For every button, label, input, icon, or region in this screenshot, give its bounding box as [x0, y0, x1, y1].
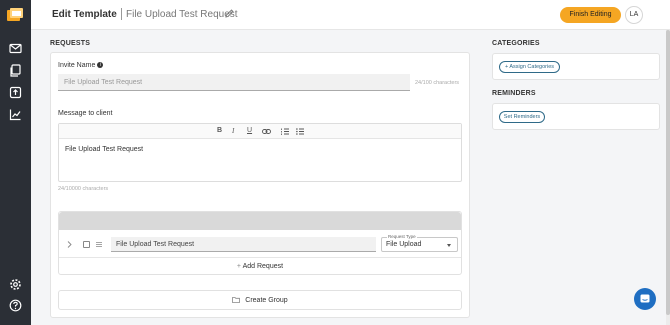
upload-icon[interactable]	[9, 86, 22, 99]
scrollbar[interactable]	[666, 30, 670, 325]
message-text: File Upload Test Request	[65, 146, 144, 153]
request-name-input[interactable]: File Upload Test Request	[111, 237, 376, 252]
help-icon[interactable]	[9, 299, 22, 312]
categories-card: + Assign Categories	[492, 53, 660, 80]
add-request-label: Add Request	[242, 263, 284, 270]
reports-icon[interactable]	[9, 108, 22, 121]
documents-icon[interactable]	[9, 64, 22, 77]
bullet-list-icon[interactable]	[296, 128, 304, 135]
template-name: File Upload Test Request	[126, 9, 238, 20]
message-editor[interactable]: B I U File Upload Test Request	[58, 123, 462, 182]
page-title: Edit Template	[52, 9, 117, 20]
settings-icon[interactable]	[9, 278, 22, 291]
drag-handle-icon[interactable]	[96, 242, 102, 247]
invite-name-counter: 24/100 characters	[415, 80, 460, 86]
request-group-header[interactable]	[59, 212, 461, 230]
reminders-section-title: REMINDERS	[492, 90, 536, 97]
caret-down-icon	[447, 244, 451, 247]
requests-card	[50, 52, 470, 318]
editor-toolbar: B I U	[59, 124, 461, 139]
underline-icon[interactable]: U	[247, 127, 252, 134]
bold-icon[interactable]: B	[217, 127, 222, 134]
request-group: File Upload Test Request Request Type Fi…	[58, 211, 462, 275]
message-counter: 24/10000 characters	[58, 186, 109, 192]
sidebar	[0, 0, 31, 325]
avatar[interactable]: LA	[625, 6, 643, 24]
message-label: Message to client	[58, 110, 113, 117]
invite-name-label-text: Invite Name	[58, 62, 96, 69]
finish-editing-button[interactable]: Finish Editing	[560, 7, 621, 23]
create-group-label: Create Group	[245, 297, 288, 304]
assign-categories-button[interactable]: + Assign Categories	[499, 61, 560, 73]
ordered-list-icon[interactable]	[281, 128, 289, 135]
invite-name-input[interactable]: File Upload Test Request	[58, 74, 410, 91]
requests-section-title: REQUESTS	[50, 40, 91, 47]
set-reminders-button[interactable]: Set Reminders	[499, 111, 545, 123]
chevron-right-icon[interactable]	[67, 241, 72, 248]
title-divider	[121, 8, 122, 20]
scroll-thumb[interactable]	[666, 30, 670, 315]
chat-button[interactable]	[634, 288, 656, 310]
plus-icon: +	[236, 263, 242, 270]
reminders-card: Set Reminders	[492, 103, 660, 130]
checkbox-icon[interactable]	[83, 241, 90, 248]
invite-name-label: Invite Name i	[58, 62, 104, 69]
header: Edit Template File Upload Test Request F…	[31, 0, 670, 30]
pencil-icon[interactable]	[225, 9, 234, 18]
add-request-button[interactable]: + Add Request	[59, 257, 461, 275]
categories-section-title: CATEGORIES	[492, 40, 540, 47]
link-icon[interactable]	[262, 128, 271, 135]
request-type-select[interactable]: Request Type File Upload	[381, 234, 458, 252]
logo-icon[interactable]	[7, 8, 23, 22]
create-group-button[interactable]: Create Group	[58, 290, 462, 310]
folder-icon	[232, 297, 241, 304]
info-icon[interactable]: i	[97, 62, 104, 69]
mail-icon[interactable]	[9, 42, 22, 55]
request-type-value: File Upload	[386, 241, 422, 248]
italic-icon[interactable]: I	[232, 127, 234, 135]
request-type-label: Request Type	[387, 234, 417, 239]
chat-icon	[640, 294, 650, 303]
